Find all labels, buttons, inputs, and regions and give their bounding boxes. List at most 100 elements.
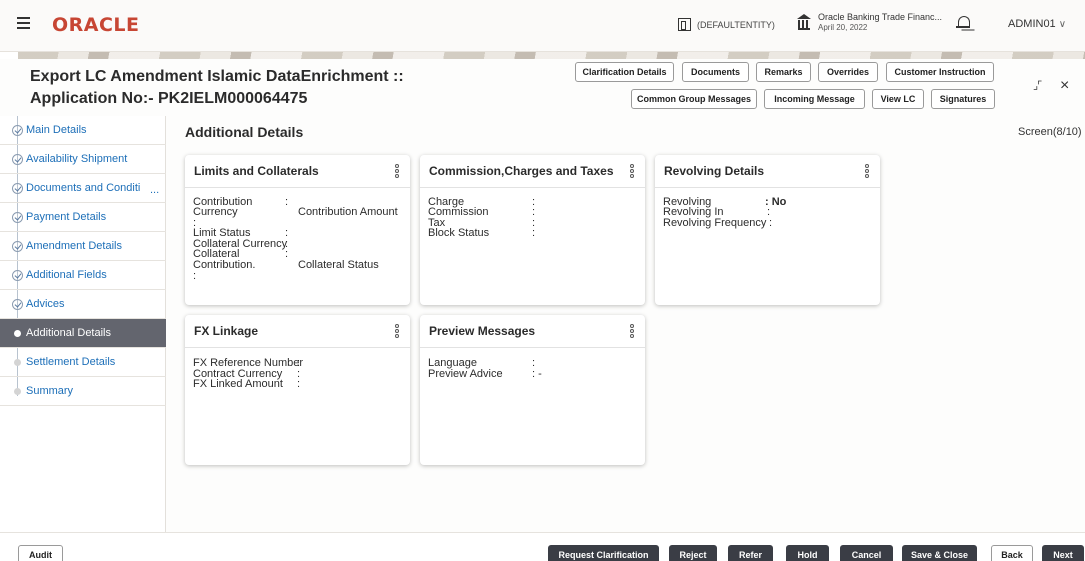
kebab-menu-icon[interactable] [395,324,400,339]
decorative-strip [18,52,1085,59]
back-button[interactable]: Back [991,545,1033,561]
user-menu[interactable]: ADMIN01 ∨ [1008,18,1066,30]
sidebar-item-label: Payment Details [26,211,107,223]
revolving-details-card: Revolving Details Revolving : No Revolvi… [655,155,880,305]
refer-button[interactable]: Refer [728,545,773,561]
field-value: : [285,248,289,260]
hamburger-menu-icon[interactable] [17,17,30,29]
field-value: : [769,217,773,229]
check-circle-icon [12,211,23,223]
sidebar-item-availability-shipment[interactable]: Availability Shipment [0,145,166,174]
card-body: Contribution : Currency Contribution Amo… [185,188,410,305]
entity-selector[interactable]: (DEFAULTENTITY) [678,18,775,31]
page-title: Export LC Amendment Islamic DataEnrichme… [30,66,404,110]
bank-icon [796,14,812,30]
field-label: Collateral Status [298,259,379,271]
pending-step-dot-icon [14,387,21,395]
check-circle-icon [12,153,23,165]
save-close-button[interactable]: Save & Close [902,545,977,561]
sidebar-item-main-details[interactable]: Main Details [0,116,166,145]
sidebar-item-payment-details[interactable]: Payment Details [0,203,166,232]
sidebar-item-label: Advices [26,298,65,310]
field-value: : [532,227,536,239]
card-header: Commission,Charges and Taxes [420,155,645,188]
card-title: Preview Messages [429,324,536,338]
card-header: Preview Messages [420,315,645,348]
bank-name: Oracle Banking Trade Financ... [818,12,943,22]
sidebar-item-label: Amendment Details [26,240,122,252]
screen-indicator: Screen(8/10) [1018,126,1082,138]
audit-button[interactable]: Audit [18,545,63,561]
bank-selector[interactable]: Oracle Banking Trade Financ... April 20,… [796,12,942,33]
sidebar-item-label: Availability Shipment [26,153,128,165]
sidebar-item-label: Additional Details [26,327,111,339]
reject-button[interactable]: Reject [669,545,717,561]
card-title: Revolving Details [664,164,765,178]
kebab-menu-icon[interactable] [630,164,635,179]
field-value: : [193,270,197,282]
sidebar-item-summary[interactable]: Summary [0,377,166,406]
remarks-button[interactable]: Remarks [756,62,811,82]
bank-date: April 20, 2022 [818,23,868,32]
card-title: Limits and Collaterals [194,164,319,178]
next-button[interactable]: Next [1042,545,1084,561]
preview-messages-card: Preview Messages Language : Preview Advi… [420,315,645,465]
clarification-details-button[interactable]: Clarification Details [575,62,674,82]
sidebar-item-amendment-details[interactable]: Amendment Details [0,232,166,261]
incoming-message-button[interactable]: Incoming Message [764,89,865,109]
signatures-button[interactable]: Signatures [931,89,995,109]
user-name: ADMIN01 [1008,18,1056,30]
field-label: Block Status [428,227,490,239]
card-body: FX Reference Number : Contract Currency … [185,348,410,465]
field-label: Contribution Amount [298,206,398,218]
common-group-messages-button[interactable]: Common Group Messages [631,89,757,109]
check-circle-icon [12,182,23,194]
check-circle-icon [12,269,23,281]
field-label: Revolving Frequency [663,217,767,229]
field-label: FX Linked Amount [193,378,283,390]
field-value: : [285,196,289,208]
card-header: Limits and Collaterals [185,155,410,188]
sidebar-item-advices[interactable]: Advices [0,290,166,319]
sidebar-item-additional-details[interactable]: Additional Details [0,319,166,348]
building-icon [678,18,691,31]
check-circle-icon [12,298,23,310]
commission-charges-taxes-card: Commission,Charges and Taxes Charge : Co… [420,155,645,305]
field-label: Contribution. [193,259,256,271]
sidebar-item-label: Summary [26,385,74,397]
sidebar-item-additional-fields[interactable]: Additional Fields [0,261,166,290]
field-label: Currency [193,206,238,218]
request-clarification-button[interactable]: Request Clarification [548,545,659,561]
sidebar-item-label: Additional Fields [26,269,107,281]
field-label: Preview Advice [428,368,503,380]
card-body: Revolving : No Revolving In : Revolving … [655,188,880,305]
sidebar-item-documents-and-conditions[interactable]: Documents and Conditi ... [0,174,166,203]
sidebar-item-settlement-details[interactable]: Settlement Details [0,348,166,377]
current-step-dot-icon [14,329,21,337]
view-lc-button[interactable]: View LC [872,89,924,109]
field-value: : - [532,368,542,380]
kebab-menu-icon[interactable] [865,164,870,179]
card-title: FX Linkage [194,324,259,338]
top-bar: ORACLE (DEFAULTENTITY) Oracle Banking Tr… [0,0,1085,52]
hold-button[interactable]: Hold [786,545,829,561]
cancel-button[interactable]: Cancel [840,545,893,561]
documents-button[interactable]: Documents [682,62,749,82]
overrides-button[interactable]: Overrides [818,62,878,82]
card-header: Revolving Details [655,155,880,188]
entity-label: (DEFAULTENTITY) [697,19,775,30]
truncation-ellipsis: ... [150,184,160,196]
application-number: Application No:- PK2IELM000064475 [30,90,308,107]
card-body: Charge : Commission : Tax : Block Status… [420,188,645,305]
pending-step-dot-icon [14,358,21,366]
minimize-icon[interactable]: ⌟⌜ [1033,79,1042,92]
kebab-menu-icon[interactable] [395,164,400,179]
sidebar-item-label: Main Details [26,124,87,136]
close-icon[interactable]: × [1060,77,1069,95]
fx-linkage-card: FX Linkage FX Reference Number : Contrac… [185,315,410,465]
kebab-menu-icon[interactable] [630,324,635,339]
bell-icon[interactable] [956,15,970,31]
customer-instruction-button[interactable]: Customer Instruction [886,62,994,82]
section-title: Additional Details [185,124,304,140]
page-title-line1: Export LC Amendment Islamic DataEnrichme… [30,68,404,85]
